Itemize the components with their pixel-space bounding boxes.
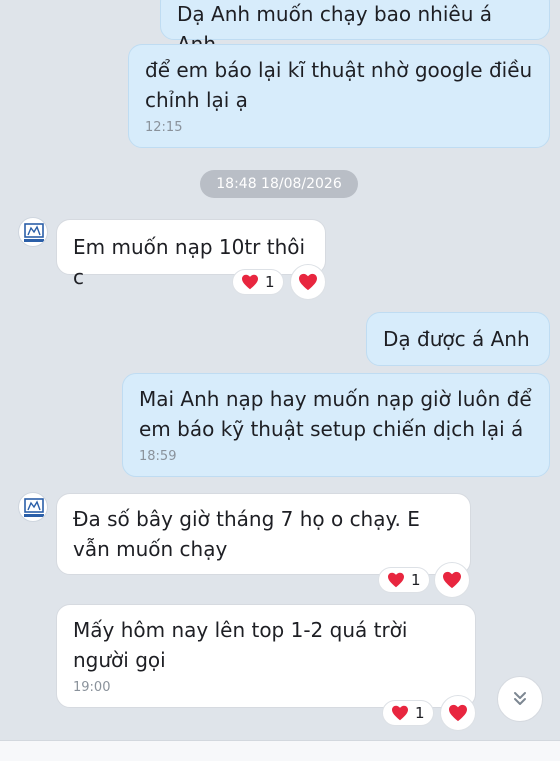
heart-icon [388,572,404,588]
heart-icon [392,705,408,721]
heart-icon [449,704,467,722]
scroll-to-bottom-button[interactable] [497,676,543,722]
avatar[interactable] [18,492,48,522]
message-time: 12:15 [145,120,183,135]
company-logo-avatar [24,498,44,517]
heart-icon [299,273,317,291]
message-outgoing[interactable]: Dạ Anh muốn chạy bao nhiêu á Anh [160,0,550,56]
message-text: Đa số bây giờ tháng 7 họ o chạy. E vẫn m… [73,507,420,561]
reaction-count-badge[interactable]: 1 [382,700,434,726]
message-incoming[interactable]: Mấy hôm nay lên top 1-2 quá trời người g… [56,604,476,708]
message-incoming[interactable]: Đa số bây giờ tháng 7 họ o chạy. E vẫn m… [56,493,471,575]
message-time: 19:00 [73,680,111,695]
message-text: Mai Anh nạp hay muốn nạp giờ luôn để em … [139,387,532,441]
reaction-count: 1 [411,571,421,589]
message-outgoing[interactable]: Mai Anh nạp hay muốn nạp giờ luôn để em … [122,373,550,477]
avatar[interactable] [18,217,48,247]
heart-icon [443,571,461,589]
chevron-double-down-icon [514,692,526,705]
react-heart-button[interactable] [440,695,476,731]
message-time: 18:59 [139,449,177,464]
reaction-count-badge[interactable]: 1 [378,567,430,593]
react-heart-button[interactable] [290,264,326,300]
message-text: Dạ được á Anh [383,327,530,351]
composer-bar[interactable] [0,740,560,761]
company-logo-avatar [24,223,44,242]
heart-icon [242,274,258,290]
message-incoming[interactable]: Em muốn nạp 10tr thôi c [56,219,326,289]
message-text: Mấy hôm nay lên top 1-2 quá trời người g… [73,618,408,672]
message-outgoing[interactable]: để em báo lại kĩ thuật nhờ google điều c… [128,44,550,148]
message-outgoing[interactable]: Dạ được á Anh [366,312,550,366]
reaction-count: 1 [265,273,275,291]
react-heart-button[interactable] [434,562,470,598]
message-text: để em báo lại kĩ thuật nhờ google điều c… [145,58,533,112]
date-separator: 18:48 18/08/2026 [200,170,358,198]
reaction-count: 1 [415,704,425,722]
reaction-count-badge[interactable]: 1 [232,269,284,295]
